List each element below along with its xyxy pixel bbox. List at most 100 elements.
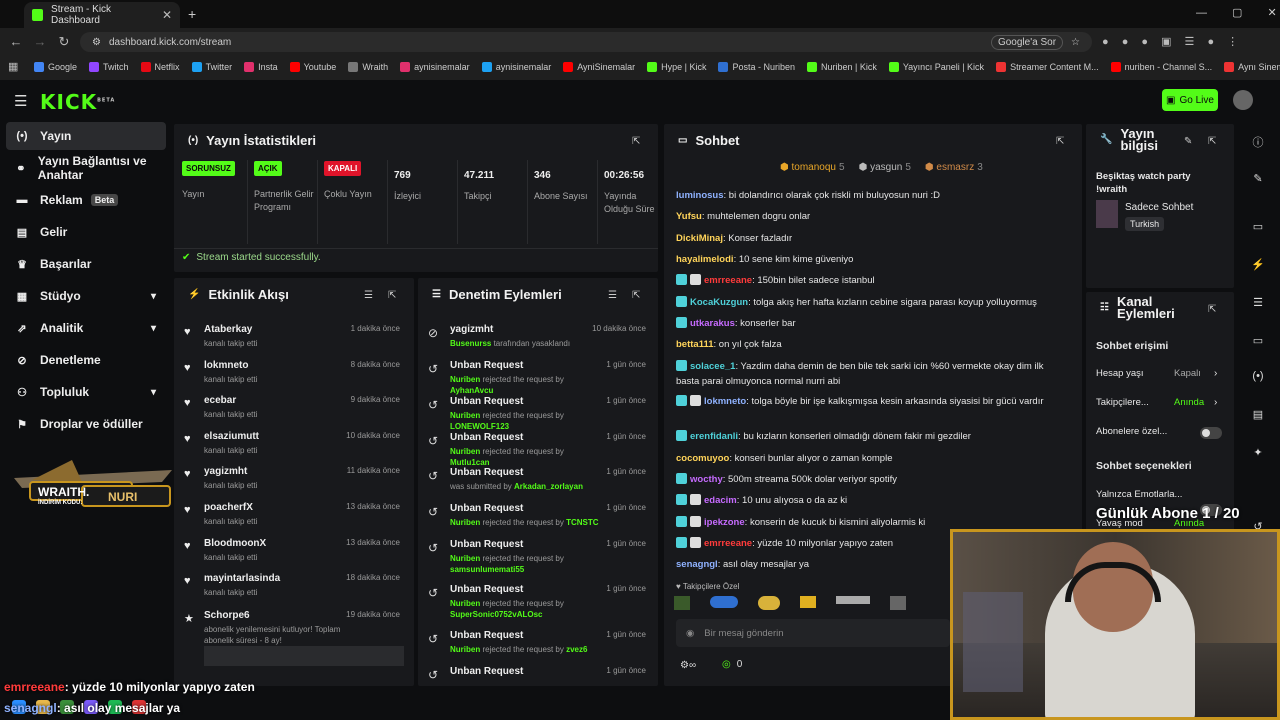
chat-username[interactable]: DickiMinaj	[676, 233, 723, 244]
moderation-row[interactable]: ↺ Unban Request was submitted by Arkadan_z…	[426, 467, 656, 503]
google-ask-button[interactable]: Google'a Sor	[990, 34, 1064, 50]
moderation-row[interactable]: ↺ Unban Request Nuriben rejected the reque…	[426, 584, 656, 620]
bolt-icon[interactable]: ⚡	[1249, 258, 1267, 271]
reload-icon[interactable]: ↻	[56, 34, 72, 50]
chat-username[interactable]: hayalimelodi	[676, 254, 734, 265]
sidebar-item-wallet[interactable]: ▤ Gelir	[6, 218, 166, 246]
edit-icon[interactable]: ✎	[1184, 136, 1192, 147]
channel-setting-value[interactable]: Anında	[1174, 397, 1214, 408]
top-gifter[interactable]: ⬢ tomanoqu 5	[780, 162, 845, 173]
wraith-promo-banner[interactable]: WRAITH. İNDİRİM KODU: NURI	[12, 452, 174, 518]
chat-username[interactable]: erenfidanli	[690, 431, 738, 442]
activity-row[interactable]: ♥ poacherfX kanalı takip etti 13 dakika önc…	[182, 502, 410, 538]
bookmark-item[interactable]: Streamer Content M...	[996, 62, 1099, 72]
activity-row[interactable]: ♥ elsaziumutt kanalı takip etti 10 dakika ö…	[182, 431, 410, 467]
chat-username[interactable]: luminosus	[676, 190, 724, 201]
moderation-row[interactable]: ↺ Unban Request Nuriben rejected the reque…	[426, 539, 656, 575]
bookmark-item[interactable]: Twitter	[191, 62, 232, 72]
kick-logo[interactable]: KICKBETA	[40, 90, 115, 114]
sidebar-item-studio[interactable]: ▦ Stüdyo ▾	[6, 282, 166, 310]
emote-icon[interactable]	[836, 596, 870, 604]
info-icon[interactable]: ⓘ	[1249, 134, 1267, 150]
emote-icon[interactable]	[674, 596, 690, 610]
popout-icon[interactable]: ⇱	[632, 290, 640, 301]
channel-setting-value[interactable]: Kapalı	[1174, 368, 1214, 379]
chat-username[interactable]: emrreeane	[704, 538, 752, 549]
site-info-icon[interactable]: ⚙	[92, 37, 101, 48]
bookmark-item[interactable]: Google	[34, 62, 77, 72]
sidebar-item-gift[interactable]: ⚑ Droplar ve ödüller	[6, 410, 166, 438]
moderation-row[interactable]: ↺ Unban Request Nuriben rejected the reque…	[426, 630, 656, 666]
new-tab-icon[interactable]: +	[188, 6, 196, 22]
activity-row[interactable]: ♥ BloodmoonX kanalı takip etti 13 dakika ön…	[182, 538, 410, 574]
emote-icon[interactable]	[758, 596, 780, 610]
popout-icon[interactable]: ⇱	[388, 290, 396, 301]
chat-icon[interactable]: ▭	[1249, 334, 1267, 347]
close-tab-icon[interactable]: ✕	[162, 8, 172, 22]
settings-icon[interactable]: ⚙∞	[680, 660, 696, 671]
chevron-right-icon[interactable]: ›	[1214, 368, 1224, 379]
popout-icon[interactable]: ⇱	[1208, 304, 1216, 315]
broadcast-icon[interactable]: (•)	[1249, 370, 1267, 382]
back-icon[interactable]: ←	[8, 34, 24, 49]
bookmark-star-icon[interactable]: ☆	[1071, 37, 1080, 48]
moderation-row[interactable]: ↺ Unban Request Nuriben rejected the reque…	[426, 360, 656, 396]
chat-username[interactable]: edacim	[704, 495, 737, 506]
filter-icon[interactable]: ☰	[364, 290, 373, 301]
go-live-button[interactable]: ▣ Go Live	[1162, 89, 1218, 111]
chat-username[interactable]: lokmneto	[704, 396, 746, 407]
sidebar-item-moderation[interactable]: ⊘ Denetleme	[6, 346, 166, 374]
sidebar-item-chart[interactable]: ⇗ Analitik ▾	[6, 314, 166, 342]
moderation-row[interactable]: ↺ Unban Request Nuriben rejected the reque…	[426, 503, 656, 539]
activity-row[interactable]: ♥ ecebar kanalı takip etti 9 dakika önce	[182, 395, 410, 431]
chat-input[interactable]: ◉ Bir mesaj gönderin	[676, 619, 950, 647]
bookmark-item[interactable]: aynisinemalar	[481, 62, 551, 72]
emote-icon[interactable]	[710, 596, 738, 608]
chat-username[interactable]: Yufsu	[676, 211, 702, 222]
activity-row[interactable]: ★ Schorpe6 abonelik yenilemesini kutluyor!…	[182, 610, 410, 646]
user-avatar[interactable]	[1233, 90, 1253, 110]
popout-icon[interactable]: ⇱	[1056, 136, 1064, 147]
channel-points[interactable]: ◎ 0	[722, 659, 742, 670]
subscriber-only-toggle[interactable]	[1200, 427, 1222, 439]
bookmark-item[interactable]: AyniSinemalar	[563, 62, 635, 72]
moderation-row[interactable]: ↺ Unban Request Nuriben rejected the reque…	[426, 432, 656, 468]
chat-username[interactable]: emrreeane	[704, 275, 752, 286]
window-controls[interactable]: — ▢ ✕	[1196, 6, 1277, 19]
filter-icon[interactable]: ☰	[608, 290, 617, 301]
forward-icon[interactable]: →	[32, 34, 48, 49]
sidebar-item-link[interactable]: ⚭ Yayın Bağlantısı ve Anahtar	[6, 154, 166, 182]
bookmark-item[interactable]: Insta	[244, 62, 278, 72]
bookmark-item[interactable]: Twitch	[89, 62, 129, 72]
bookmark-item[interactable]: Aynı Sinemalar - Ça...	[1224, 62, 1280, 72]
bookmark-item[interactable]: Hype | Kick	[647, 62, 706, 72]
chat-username[interactable]: solacee_1	[690, 361, 735, 372]
moderation-row[interactable]: ↺ Unban Request Nuriben rejected the reque…	[426, 396, 656, 432]
chat-username[interactable]: utkarakus	[690, 318, 735, 329]
chat-username[interactable]: cocomuyoo	[676, 453, 729, 464]
chat-username[interactable]: senagngl	[676, 559, 718, 570]
popout-icon[interactable]: ⇱	[632, 136, 640, 147]
chevron-right-icon[interactable]: ›	[1214, 397, 1224, 408]
emoji-icon[interactable]: ◉	[686, 628, 694, 639]
emote-row[interactable]	[674, 596, 944, 612]
extension-icons[interactable]: ● ● ● ▣ ☰ ● ⋮	[1102, 35, 1238, 48]
popout-icon[interactable]: ⇱	[1208, 136, 1216, 147]
bookmark-item[interactable]: aynisinemalar	[400, 62, 470, 72]
sidebar-item-trophy[interactable]: ♛ Başarılar	[6, 250, 166, 278]
bookmark-item[interactable]: Wraith	[348, 62, 388, 72]
chat-username[interactable]: wocthy	[690, 474, 723, 485]
sidebar-item-broadcast[interactable]: (•) Yayın	[6, 122, 166, 150]
bookmark-item[interactable]: Nuriben | Kick	[806, 62, 877, 72]
bookmark-item[interactable]: Posta - Nuriben	[718, 62, 795, 72]
emote-icon[interactable]	[890, 596, 906, 610]
wrench-icon[interactable]: ✦	[1249, 446, 1267, 459]
bookmark-item[interactable]: Netflix	[140, 62, 180, 72]
moderation-row[interactable]: ↺ Unban Request 1 gün önce	[426, 666, 656, 702]
chat-username[interactable]: ipekzone	[704, 517, 745, 528]
activity-row[interactable]: ♥ lokmneto kanalı takip etti 8 dakika önce	[182, 360, 410, 396]
tv-icon[interactable]: ▭	[1249, 220, 1267, 233]
card-icon[interactable]: ▤	[1249, 408, 1267, 421]
sidebar-item-ad[interactable]: ▬ Reklam Beta	[6, 186, 166, 214]
bookmark-item[interactable]: Yayıncı Paneli | Kick	[888, 62, 984, 72]
